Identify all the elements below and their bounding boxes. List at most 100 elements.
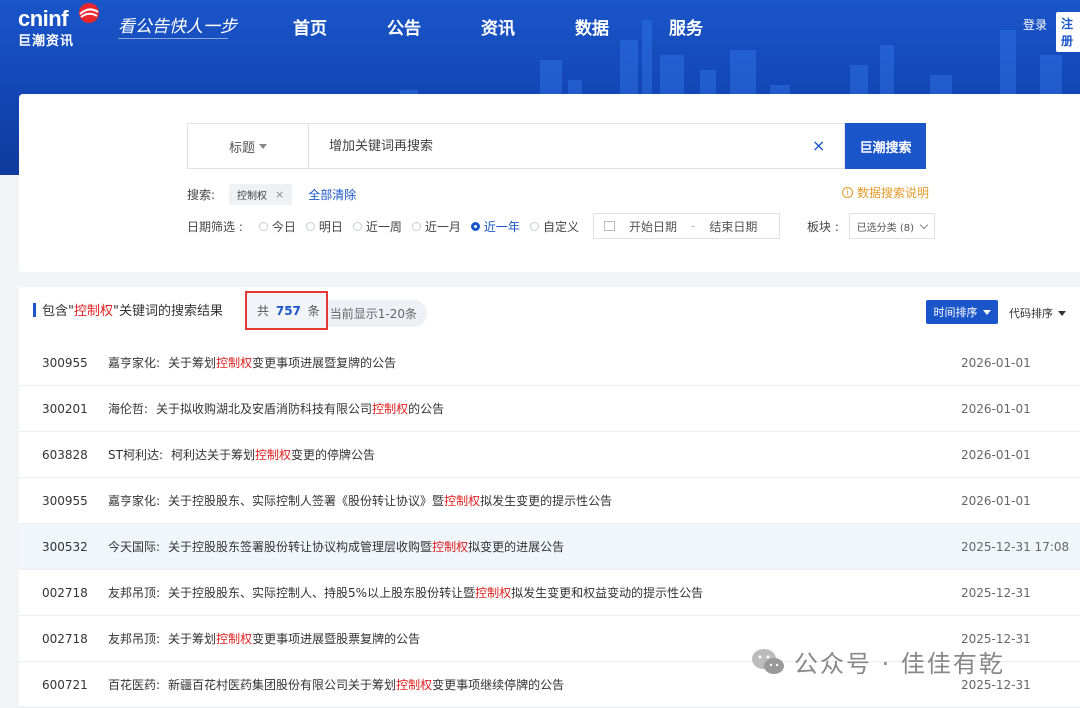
- remove-keyword-icon[interactable]: ×: [275, 188, 284, 201]
- keyword-tag-text: 控制权: [237, 191, 268, 202]
- date-option-label: 近一月: [424, 219, 461, 234]
- announcement-title-link[interactable]: 柯利达关于筹划控制权变更的停牌公告: [171, 446, 375, 463]
- title-text: 关于控股股东签署股份转让协议构成管理层收购暨: [168, 540, 433, 554]
- title-text: 变更的停牌公告: [291, 448, 376, 462]
- radio-icon: [411, 221, 421, 231]
- stock-code: 600721: [42, 677, 88, 692]
- company-name: 嘉亨家化:: [108, 356, 161, 370]
- search-panel: 标题 × 巨潮搜索 搜索: 控制权 × 全部清除 i 数据搜索说明 日期筛选 :…: [19, 94, 1080, 272]
- count-suffix: 条: [307, 304, 320, 318]
- date-filter-row: 日期筛选 : 今日 明日 近一周 近一月 近一年 自定义 开始日期 - 结束日期: [187, 213, 780, 239]
- date-option-today[interactable]: 今日: [258, 218, 296, 235]
- company-name: 友邦吊顶:: [108, 586, 161, 600]
- sort-by-time-button[interactable]: 时间排序: [926, 300, 998, 324]
- search-help-link[interactable]: i 数据搜索说明: [842, 184, 929, 201]
- announcement-title-link[interactable]: 关于控股股东、实际控制人、持股5%以上股东股份转让暨控制权拟发生变更和权益变动的…: [168, 584, 703, 601]
- announcement-title-link[interactable]: 关于控股股东签署股份转让协议构成管理层收购暨控制权拟变更的进展公告: [168, 538, 564, 555]
- logo-chinese-name: 巨潮资讯: [18, 34, 75, 49]
- announcement-title-link[interactable]: 新疆百花村医药集团股份有限公司关于筹划控制权变更事项继续停牌的公告: [168, 676, 564, 693]
- board-select[interactable]: 已选分类 (8): [848, 213, 935, 239]
- site-logo[interactable]: cninf 巨潮资讯: [18, 6, 74, 49]
- announcement-title-link[interactable]: 关于筹划控制权变更事项进展暨股票复牌的公告: [168, 630, 420, 647]
- radio-selected-icon: [470, 221, 480, 231]
- date-option-tomorrow[interactable]: 明日: [305, 218, 343, 235]
- title-keyword: 控制权: [255, 448, 292, 462]
- title-text: 新疆百花村医药集团股份有限公司关于筹划: [168, 678, 397, 692]
- date-filter-label: 日期筛选 :: [187, 219, 243, 234]
- stock-code: 002718: [42, 631, 88, 646]
- radio-icon: [258, 221, 268, 231]
- date-range-picker[interactable]: 开始日期 - 结束日期: [592, 213, 780, 239]
- nav-services[interactable]: 服务: [669, 14, 703, 39]
- title-text: 变更事项进展暨复牌的公告: [252, 356, 397, 370]
- announcement-title-link[interactable]: 关于控股股东、实际控制人签署《股份转让协议》暨控制权拟发生变更的提示性公告: [168, 492, 612, 509]
- search-input[interactable]: [308, 123, 845, 169]
- result-row[interactable]: 603828 ST柯利达: 柯利达关于筹划控制权变更的停牌公告 2026-01-01: [19, 432, 1080, 478]
- clear-all-link[interactable]: 全部清除: [308, 186, 356, 203]
- result-row[interactable]: 300955 嘉亨家化: 关于控股股东、实际控制人签署《股份转让协议》暨控制权拟发生…: [19, 478, 1080, 524]
- login-link[interactable]: 登录: [1023, 16, 1047, 33]
- result-row[interactable]: 300532 今天国际: 关于控股股东签署股份转让协议构成管理层收购暨控制权拟变更的…: [19, 524, 1080, 570]
- title-text: 关于拟收购湖北及安盾消防科技有限公司: [156, 402, 373, 416]
- info-icon: i: [842, 187, 853, 198]
- keyword-tag: 控制权 ×: [229, 184, 293, 205]
- radio-icon: [352, 221, 362, 231]
- date-option-label: 今日: [271, 219, 296, 234]
- date-option-month[interactable]: 近一月: [411, 218, 461, 235]
- result-row[interactable]: 300955 嘉亨家化: 关于筹划控制权变更事项进展暨复牌的公告 2026-01-01: [19, 340, 1080, 386]
- company-name: 今天国际:: [108, 540, 161, 554]
- board-filter: 板块 : 已选分类 (8): [807, 213, 935, 239]
- date-separator: -: [690, 219, 696, 233]
- company-name: ST柯利达:: [108, 448, 163, 462]
- result-row[interactable]: 002718 友邦吊顶: 关于控股股东、实际控制人、持股5%以上股东股份转让暨控制权…: [19, 570, 1080, 616]
- search-button[interactable]: 巨潮搜索: [845, 123, 926, 169]
- announcement-title-link[interactable]: 关于筹划控制权变更事项进展暨复牌的公告: [168, 354, 396, 371]
- result-row[interactable]: 300201 海伦哲: 关于拟收购湖北及安盾消防科技有限公司控制权的公告 2026-0…: [19, 386, 1080, 432]
- title-text: 的公告: [408, 402, 445, 416]
- nav-announcements[interactable]: 公告: [387, 14, 421, 39]
- date-option-label: 自定义: [542, 219, 579, 234]
- search-field-select[interactable]: 标题: [187, 123, 308, 169]
- radio-icon: [305, 221, 315, 231]
- keyword-label: 搜索:: [187, 188, 216, 202]
- stock-code: 300955: [42, 355, 88, 370]
- title-keyword: 控制权: [396, 678, 433, 692]
- total-count-badge: 共 757 条: [245, 291, 328, 330]
- company-name: 友邦吊顶:: [108, 632, 161, 646]
- nav-news[interactable]: 资讯: [481, 14, 515, 39]
- nav-home[interactable]: 首页: [293, 14, 327, 39]
- date-option-year[interactable]: 近一年: [470, 218, 520, 235]
- register-button[interactable]: 注册: [1056, 12, 1080, 52]
- announcement-title-link[interactable]: 关于拟收购湖北及安盾消防科技有限公司控制权的公告: [156, 400, 444, 417]
- title-text: 关于筹划: [168, 632, 217, 646]
- title-keyword: 控制权: [216, 356, 253, 370]
- date-option-week[interactable]: 近一周: [352, 218, 402, 235]
- company-name: 百花医药:: [108, 678, 161, 692]
- title-keyword: 控制权: [475, 586, 512, 600]
- logo-swirl-icon: [79, 3, 99, 23]
- title-text: 关于控股股东、实际控制人、持股5%以上股东股份转让暨: [168, 586, 476, 600]
- wechat-icon: [752, 648, 784, 674]
- stock-code: 002718: [42, 585, 88, 600]
- showing-range: 当前显示1-20条: [327, 300, 427, 327]
- radio-icon: [529, 221, 539, 231]
- company-name: 嘉亨家化:: [108, 494, 161, 508]
- sort-by-code-button[interactable]: 代码排序: [1009, 305, 1066, 321]
- date-option-custom[interactable]: 自定义: [529, 218, 579, 235]
- stock-code: 300532: [42, 539, 88, 554]
- end-date-field[interactable]: 结束日期: [709, 218, 757, 235]
- stock-code: 300955: [42, 493, 88, 508]
- nav-data[interactable]: 数据: [575, 14, 609, 39]
- caret-down-icon: [259, 143, 267, 149]
- date-option-label: 近一周: [365, 219, 402, 234]
- calendar-icon: [603, 221, 615, 231]
- caret-down-icon: [1058, 310, 1066, 316]
- heading-accent-bar: [33, 302, 36, 317]
- keyword-row: 搜索: 控制权 × 全部清除: [187, 184, 356, 205]
- title-text: 拟发生变更的提示性公告: [480, 494, 613, 508]
- results-count: 共 757 条 当前显示1-20条: [245, 291, 427, 330]
- count-number: 757: [275, 304, 301, 318]
- start-date-field[interactable]: 开始日期: [629, 218, 677, 235]
- clear-input-icon[interactable]: ×: [812, 136, 825, 155]
- sort-code-label: 代码排序: [1009, 307, 1053, 320]
